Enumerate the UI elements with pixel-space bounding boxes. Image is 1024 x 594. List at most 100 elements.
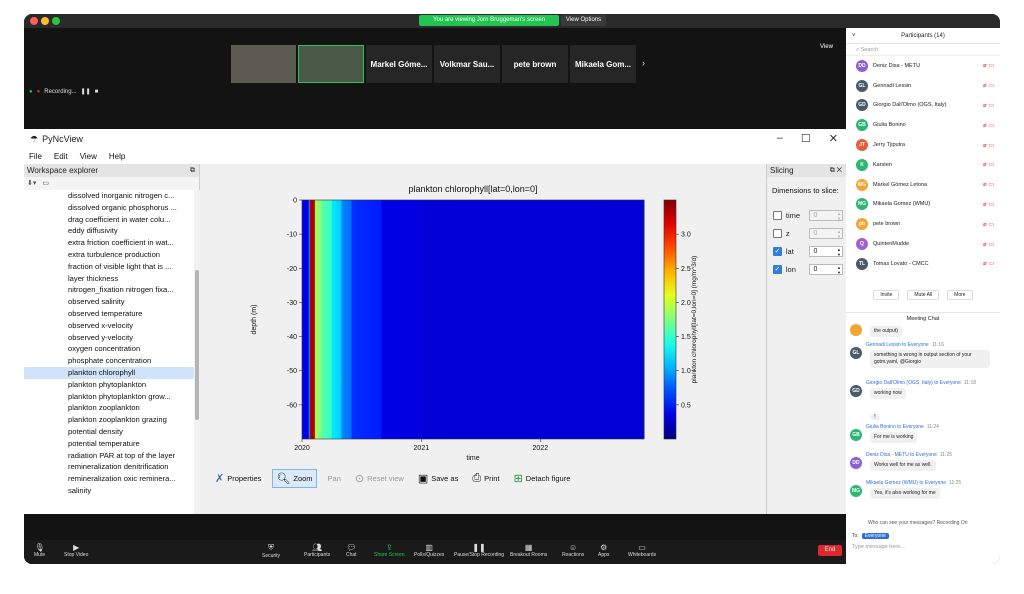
- invite-button[interactable]: Invite: [873, 290, 900, 300]
- spin-arrows-icon[interactable]: ▲ ▼: [837, 211, 841, 221]
- workspace-scrollbar[interactable]: [194, 190, 200, 514]
- maximize-icon[interactable]: ☐: [801, 132, 811, 145]
- spin-arrows-icon[interactable]: ▲ ▼: [837, 247, 841, 257]
- spin-arrows-icon[interactable]: ▲ ▼: [837, 229, 841, 239]
- chevron-right-icon[interactable]: ›: [642, 58, 645, 68]
- participant-row[interactable]: MG Mikaela Gomez (WMU) ⌀ ▭: [846, 195, 1000, 215]
- muted-mic-icon[interactable]: ⌀ ▭: [983, 241, 994, 248]
- pause-icon[interactable]: ❚❚: [81, 88, 91, 95]
- video-tile-3[interactable]: Markel Góme...: [366, 45, 432, 83]
- variable-item[interactable]: observed x-velocity: [24, 320, 194, 332]
- chat-button[interactable]: 💬︎ Chat: [346, 543, 357, 558]
- menu-file[interactable]: File: [29, 152, 42, 161]
- variable-item[interactable]: fraction of visible light that is ...: [24, 261, 194, 273]
- spin-arrows-icon[interactable]: ▲ ▼: [837, 265, 841, 275]
- video-tile-4[interactable]: Volkmar Sau...: [434, 45, 500, 83]
- variable-item[interactable]: drag coefficient in water colu...: [24, 214, 194, 226]
- save-as-button[interactable]: ▣ Save as: [415, 470, 462, 487]
- participant-search[interactable]: ⌕ Search: [846, 44, 1000, 56]
- variable-item[interactable]: oxygen concentration: [24, 343, 194, 355]
- dimension-checkbox[interactable]: ✓: [773, 246, 782, 256]
- chat-visibility-note[interactable]: Who can see your messages? Recording On: [868, 520, 968, 526]
- variable-item[interactable]: layer thickness: [24, 273, 194, 285]
- participants-button[interactable]: 👥︎ Participants: [304, 543, 330, 558]
- participant-row[interactable]: JT Jerry Tjiputra ⌀ ▭: [846, 135, 1000, 155]
- video-tile-6[interactable]: Mikaela Gom...: [570, 45, 636, 83]
- security-button[interactable]: ⛨ Security: [262, 543, 280, 559]
- dimension-checkbox[interactable]: [773, 210, 782, 220]
- variable-item[interactable]: plankton phytoplankton grow...: [24, 391, 194, 403]
- participant-row[interactable]: MG Markel Gómez Letona ⌀ ▭: [846, 175, 1000, 195]
- variable-filter-icon[interactable]: ⬇▾: [27, 180, 36, 187]
- muted-mic-icon[interactable]: ⌀ ▭: [983, 62, 994, 69]
- video-tile-1[interactable]: [231, 45, 296, 83]
- variable-item[interactable]: eddy diffusivity: [24, 225, 194, 237]
- reset-view-button[interactable]: ⊙ Reset view: [352, 470, 407, 487]
- end-button[interactable]: End: [818, 545, 842, 556]
- menu-edit[interactable]: Edit: [54, 152, 68, 161]
- undock-icon[interactable]: ⧉: [190, 164, 195, 177]
- stop-icon[interactable]: ■: [95, 89, 99, 95]
- variable-item[interactable]: remineralization denitrification: [24, 461, 194, 473]
- muted-mic-icon[interactable]: ⌀ ▭: [983, 82, 994, 89]
- dimension-spinbox[interactable]: 0 ▲ ▼: [809, 263, 843, 275]
- participant-row[interactable]: Q QuintenMudde ⌀ ▭: [846, 234, 1000, 254]
- dimension-spinbox[interactable]: 0 ▲ ▼: [809, 209, 843, 221]
- undock-icon[interactable]: ⧉ ✕: [830, 164, 842, 177]
- variable-item[interactable]: plankton zooplankton: [24, 402, 194, 414]
- whiteboards-button[interactable]: ▭ Whiteboards: [628, 543, 656, 558]
- breakout-rooms-button[interactable]: ▦ Breakout Rooms: [510, 543, 547, 558]
- variable-item[interactable]: extra turbulence production: [24, 249, 194, 261]
- zoom-dot[interactable]: [52, 17, 60, 25]
- pan-button[interactable]: Pan: [325, 472, 344, 485]
- dimension-spinbox[interactable]: 0 ▲ ▼: [809, 227, 843, 239]
- muted-mic-icon[interactable]: ⌀ ▭: [983, 221, 994, 228]
- mute-all-button[interactable]: Mute All: [907, 290, 940, 300]
- variable-item[interactable]: potential density: [24, 426, 194, 438]
- variable-item[interactable]: plankton phytoplankton: [24, 379, 194, 391]
- participant-row[interactable]: GB Giulia Bonino ⌀ ▭: [846, 115, 1000, 135]
- minimize-dot[interactable]: [41, 17, 49, 25]
- apps-button[interactable]: ⚙ Apps: [598, 543, 609, 558]
- image-icon[interactable]: ▭: [42, 180, 49, 187]
- zoom-button[interactable]: 🔍︎ Zoom: [272, 469, 317, 488]
- variable-item[interactable]: salinity: [24, 485, 194, 497]
- close-icon[interactable]: ✕: [829, 132, 838, 145]
- menu-help[interactable]: Help: [109, 152, 125, 161]
- participant-row[interactable]: pb pete brown ⌀ ▭: [846, 214, 1000, 234]
- variable-item[interactable]: dissolved inorganic nitrogen c...: [24, 190, 194, 202]
- variable-item[interactable]: plankton chlorophyll: [24, 366, 194, 379]
- chat-sender[interactable]: Giulia Bonino to Everyone 11:24: [866, 424, 996, 430]
- variable-item[interactable]: dissolved organic phosphorus ...: [24, 202, 194, 214]
- muted-mic-icon[interactable]: ⌀ ▭: [983, 260, 994, 267]
- variable-item[interactable]: remineralization oxic reminera...: [24, 473, 194, 485]
- muted-mic-icon[interactable]: ⌀ ▭: [983, 181, 994, 188]
- chat-input[interactable]: Type message here...: [852, 544, 905, 550]
- stop-video-button[interactable]: ▶ Stop Video: [64, 543, 88, 558]
- close-dot[interactable]: [30, 17, 38, 25]
- variable-item[interactable]: phosphate concentration: [24, 355, 194, 367]
- variable-item[interactable]: nitrogen_fixation nitrogen fixa...: [24, 284, 194, 296]
- view-options-button[interactable]: View Options: [561, 15, 606, 26]
- scrollbar-thumb[interactable]: [195, 270, 199, 420]
- participant-row[interactable]: K Karsten ⌀ ▭: [846, 155, 1000, 175]
- dimension-checkbox[interactable]: [773, 228, 782, 238]
- variable-item[interactable]: observed temperature: [24, 308, 194, 320]
- chat-sender[interactable]: Giorgio Dall'Olmo (OGS, Italy) to Everyo…: [866, 380, 996, 386]
- chat-sender[interactable]: Deniz Disa - METU to Everyone 11:25: [866, 452, 996, 458]
- variable-item[interactable]: potential temperature: [24, 438, 194, 450]
- dimension-checkbox[interactable]: ✓: [773, 264, 782, 274]
- muted-mic-icon[interactable]: ⌀ ▭: [983, 122, 994, 129]
- minimize-icon[interactable]: –: [777, 132, 783, 145]
- menu-view[interactable]: View: [80, 152, 97, 161]
- detach-figure-button[interactable]: ⊞ Detach figure: [511, 470, 574, 487]
- participant-row[interactable]: TL Tomas Lovato - CMCC ⌀ ▭: [846, 254, 1000, 274]
- share-screen-button[interactable]: ⇪ Share Screen: [374, 543, 405, 558]
- variable-item[interactable]: extra friction coefficient in wat...: [24, 237, 194, 249]
- heatmap-chart[interactable]: plankton chlorophyll[lat=0,lon=0] 0 -10 -20…: [242, 164, 704, 464]
- more-button[interactable]: More: [947, 290, 973, 300]
- polls-quizzes-button[interactable]: ▥ Polls/Quizzes: [414, 543, 444, 558]
- muted-mic-icon[interactable]: ⌀ ▭: [983, 142, 994, 149]
- participant-row[interactable]: GL Gennadi Lessin ⌀ ▭: [846, 76, 1000, 96]
- mute-button[interactable]: 🎙︎ Mute: [34, 543, 45, 558]
